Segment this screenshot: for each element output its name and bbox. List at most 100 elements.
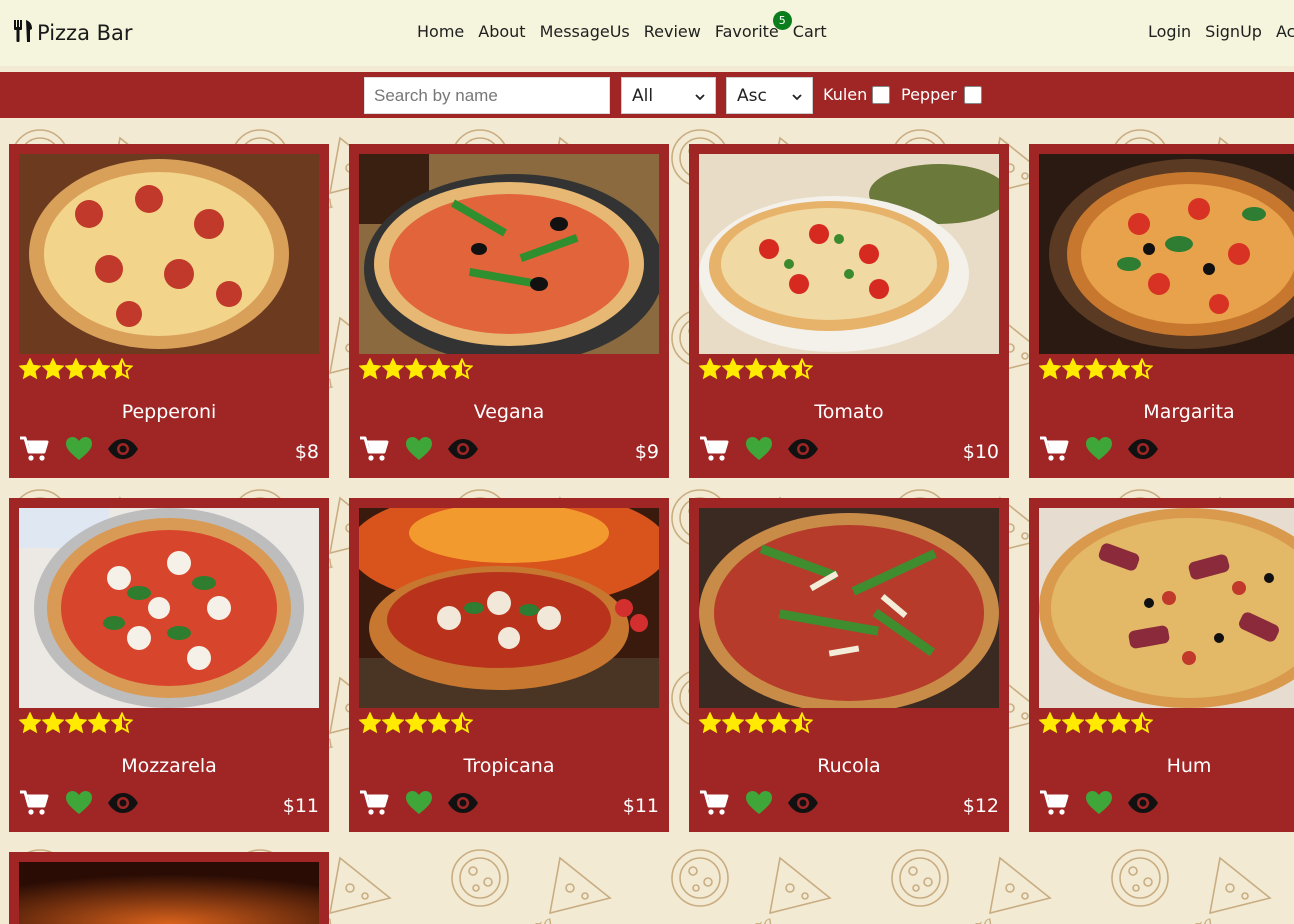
nav-review[interactable]: Review	[644, 22, 701, 41]
card-actions	[359, 436, 479, 466]
product-price: $8	[294, 441, 319, 463]
eye-icon[interactable]	[1127, 792, 1159, 818]
pizza-image[interactable]	[699, 154, 999, 354]
pizza-image[interactable]	[1039, 154, 1294, 354]
star-icon	[1039, 712, 1061, 734]
rating-stars	[699, 712, 813, 734]
brand-name: Pizza Bar	[37, 21, 133, 45]
cart-icon[interactable]	[1039, 790, 1069, 820]
rating-stars	[19, 358, 133, 380]
pizza-image[interactable]	[359, 154, 659, 354]
eye-icon[interactable]	[787, 792, 819, 818]
product-name: Hum	[1166, 755, 1212, 777]
eye-icon[interactable]	[107, 792, 139, 818]
sort-order-value: Asc	[737, 85, 767, 106]
eye-icon[interactable]	[447, 438, 479, 464]
rating-stars	[1039, 712, 1153, 734]
pizza-image[interactable]	[19, 508, 319, 708]
heart-icon[interactable]	[1085, 790, 1113, 820]
product-card: Pepperoni $8	[9, 144, 329, 478]
cart-icon[interactable]	[359, 436, 389, 466]
card-actions	[1039, 790, 1159, 820]
card-actions	[359, 790, 479, 820]
cart-icon[interactable]	[19, 790, 49, 820]
star-icon	[428, 712, 450, 734]
cart-icon[interactable]	[1039, 436, 1069, 466]
eye-icon[interactable]	[447, 792, 479, 818]
pizza-image[interactable]	[359, 508, 659, 708]
heart-icon[interactable]	[745, 436, 773, 466]
heart-icon[interactable]	[65, 790, 93, 820]
nav-cart[interactable]: Cart	[793, 22, 827, 41]
sort-order-select[interactable]: Asc	[726, 77, 813, 114]
signup-link[interactable]: SignUp	[1205, 22, 1262, 41]
main-nav: Home About MessageUs Review Favorite 5 Ca…	[417, 11, 827, 41]
card-actions	[19, 790, 139, 820]
heart-icon[interactable]	[405, 436, 433, 466]
cart-icon[interactable]	[359, 790, 389, 820]
product-price: $9	[634, 441, 659, 463]
category-select-value: All	[632, 85, 654, 106]
product-name: Vegana	[473, 401, 545, 423]
card-actions	[19, 436, 139, 466]
product-name: Rucola	[817, 755, 881, 777]
star-icon	[359, 358, 381, 380]
star-icon	[1085, 358, 1107, 380]
auth-nav: Login SignUp Ac	[1148, 22, 1294, 41]
star-icon	[722, 712, 744, 734]
pizza-image[interactable]	[1039, 508, 1294, 708]
pizza-image[interactable]	[19, 154, 319, 354]
product-card: Hum	[1029, 498, 1294, 832]
nav-favorite[interactable]: Favorite 5	[714, 11, 792, 41]
star-icon	[1108, 712, 1130, 734]
search-input[interactable]	[364, 77, 610, 114]
heart-icon[interactable]	[745, 790, 773, 820]
heart-icon[interactable]	[65, 436, 93, 466]
cart-icon[interactable]	[699, 790, 729, 820]
star-icon	[1108, 358, 1130, 380]
nav-favorite-label: Favorite	[714, 22, 779, 41]
star-icon	[768, 712, 790, 734]
rating-stars	[699, 358, 813, 380]
eye-icon[interactable]	[1127, 438, 1159, 464]
product-name: Tropicana	[463, 755, 555, 777]
nav-home[interactable]: Home	[417, 22, 464, 41]
star-icon	[699, 358, 721, 380]
star-icon	[428, 358, 450, 380]
account-link[interactable]: Ac	[1276, 22, 1294, 41]
cart-icon[interactable]	[699, 436, 729, 466]
cart-icon[interactable]	[19, 436, 49, 466]
product-price: $10	[962, 441, 999, 463]
heart-icon[interactable]	[405, 790, 433, 820]
star-icon	[42, 358, 64, 380]
star-icon	[405, 358, 427, 380]
eye-icon[interactable]	[787, 438, 819, 464]
star-icon	[405, 712, 427, 734]
eye-icon[interactable]	[107, 438, 139, 464]
favorite-count-badge: 5	[772, 11, 792, 30]
star-icon	[745, 712, 767, 734]
product-name: Tomato	[814, 401, 884, 423]
product-name: Margarita	[1143, 401, 1235, 423]
pizza-image[interactable]	[699, 508, 999, 708]
heart-icon[interactable]	[1085, 436, 1113, 466]
star-icon	[382, 712, 404, 734]
star-half-icon	[1131, 712, 1153, 734]
pepper-checkbox[interactable]	[964, 86, 982, 104]
kulen-checkbox[interactable]	[872, 86, 890, 104]
star-half-icon	[451, 358, 473, 380]
category-select[interactable]: All	[621, 77, 716, 114]
product-card	[9, 852, 329, 924]
login-link[interactable]: Login	[1148, 22, 1191, 41]
nav-message-us[interactable]: MessageUs	[540, 22, 630, 41]
star-icon	[1039, 358, 1061, 380]
nav-about[interactable]: About	[478, 22, 525, 41]
pepper-label: Pepper	[901, 85, 957, 104]
brand-logo[interactable]: Pizza Bar	[12, 19, 133, 47]
star-icon	[42, 712, 64, 734]
pizza-image[interactable]	[19, 862, 319, 924]
star-icon	[359, 712, 381, 734]
star-icon	[722, 358, 744, 380]
kulen-label: Kulen	[823, 85, 868, 104]
product-card: Mozzarela $11	[9, 498, 329, 832]
